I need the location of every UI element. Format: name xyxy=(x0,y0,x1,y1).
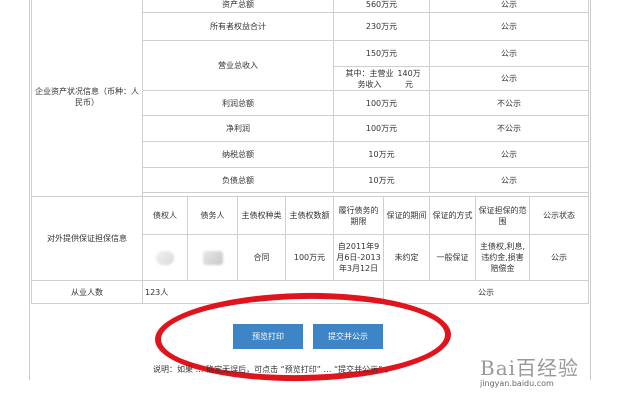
guarantee-period: 未约定 xyxy=(383,234,430,281)
asset-label-main-revenue: 其中：主营业务收入 xyxy=(345,68,394,89)
submit-publish-button[interactable]: 提交并公示 xyxy=(313,324,383,349)
asset-status-total-assets: 公示 xyxy=(429,0,589,13)
baidu-jingyan-watermark: Bai百经验 jingyan.baidu.com xyxy=(480,352,598,392)
guarantee-status: 公示 xyxy=(529,234,589,281)
guarantee-header-status: 公示状态 xyxy=(529,196,589,235)
employees-label: 从业人数 xyxy=(31,280,143,304)
watermark-logo: Bai百经验 xyxy=(480,356,580,380)
asset-status-tax: 公示 xyxy=(429,141,589,168)
asset-status-total-profit: 不公示 xyxy=(429,90,589,116)
guarantee-header-scope: 保证担保的范围 xyxy=(475,196,530,235)
guarantee-header-term: 履行债务的期限 xyxy=(333,196,384,235)
guarantee-debtor-cell xyxy=(187,234,238,281)
asset-value-revenue: 150万元 xyxy=(333,40,430,67)
asset-label-tax: 纳税总额 xyxy=(142,141,334,168)
guarantee-header-claim-type: 主债权种类 xyxy=(237,196,286,235)
guarantee-header-debtor: 债务人 xyxy=(187,196,238,235)
guarantee-header-method: 保证的方式 xyxy=(429,196,476,235)
guarantee-header-claim-amount: 主债权数额 xyxy=(285,196,334,235)
creditor-blurred-image xyxy=(156,250,174,265)
employees-status: 公示 xyxy=(383,280,589,304)
asset-label-equity: 所有者权益合计 xyxy=(142,12,334,41)
assets-section-label: 企业资产状况信息（币种：人民币） xyxy=(31,0,143,197)
guarantee-claim-type: 合同 xyxy=(237,234,286,281)
guarantee-header-creditor: 债权人 xyxy=(142,196,188,235)
asset-label-total-assets: 资产总额 xyxy=(142,0,334,13)
watermark-url: jingyan.baidu.com xyxy=(480,379,554,388)
guarantee-claim-amount: 100万元 xyxy=(285,234,334,281)
asset-status-liabilities: 公示 xyxy=(429,167,589,193)
asset-value-main-revenue: 140万元 xyxy=(397,68,421,89)
debtor-blurred-image xyxy=(202,250,223,265)
guarantee-term: 自2011年9月6日-2013年3月12日 xyxy=(333,234,384,281)
guarantee-section-label: 对外提供保证担保信息 xyxy=(31,196,143,281)
guarantee-method: 一般保证 xyxy=(429,234,476,281)
guarantee-creditor-cell xyxy=(142,234,188,281)
asset-status-equity: 公示 xyxy=(429,12,589,41)
asset-label-net-profit: 净利润 xyxy=(142,115,334,142)
asset-status-main-revenue: 公示 xyxy=(429,66,589,91)
instruction-note: 说明：如果 … 确定无误后，可点击 “预览打印” … “提交并公示” 。 xyxy=(153,365,393,374)
asset-label-revenue: 营业总收入 xyxy=(142,40,334,91)
asset-label-liabilities: 负债总额 xyxy=(142,167,334,193)
asset-value-liabilities: 10万元 xyxy=(333,167,430,193)
guarantee-scope: 主债权,利息,违约金,损害赔偿金 xyxy=(475,234,530,281)
annual-report-table: 企业资产状况信息（币种：人民币） 资产总额 560万元 公示 所有者权益合计 2… xyxy=(31,0,589,304)
asset-status-revenue: 公示 xyxy=(429,40,589,67)
asset-status-net-profit: 不公示 xyxy=(429,115,589,142)
asset-main-revenue-cell: 其中：主营业务收入 140万元 xyxy=(333,66,430,91)
asset-value-total-assets: 560万元 xyxy=(333,0,430,13)
asset-label-total-profit: 利润总额 xyxy=(142,90,334,116)
preview-print-button[interactable]: 预览打印 xyxy=(233,324,303,349)
asset-value-total-profit: 100万元 xyxy=(333,90,430,116)
asset-value-net-profit: 100万元 xyxy=(333,115,430,142)
asset-value-equity: 230万元 xyxy=(333,12,430,41)
guarantee-header-period: 保证的期间 xyxy=(383,196,430,235)
asset-value-tax: 10万元 xyxy=(333,141,430,168)
employees-value: 123人 xyxy=(142,280,384,304)
